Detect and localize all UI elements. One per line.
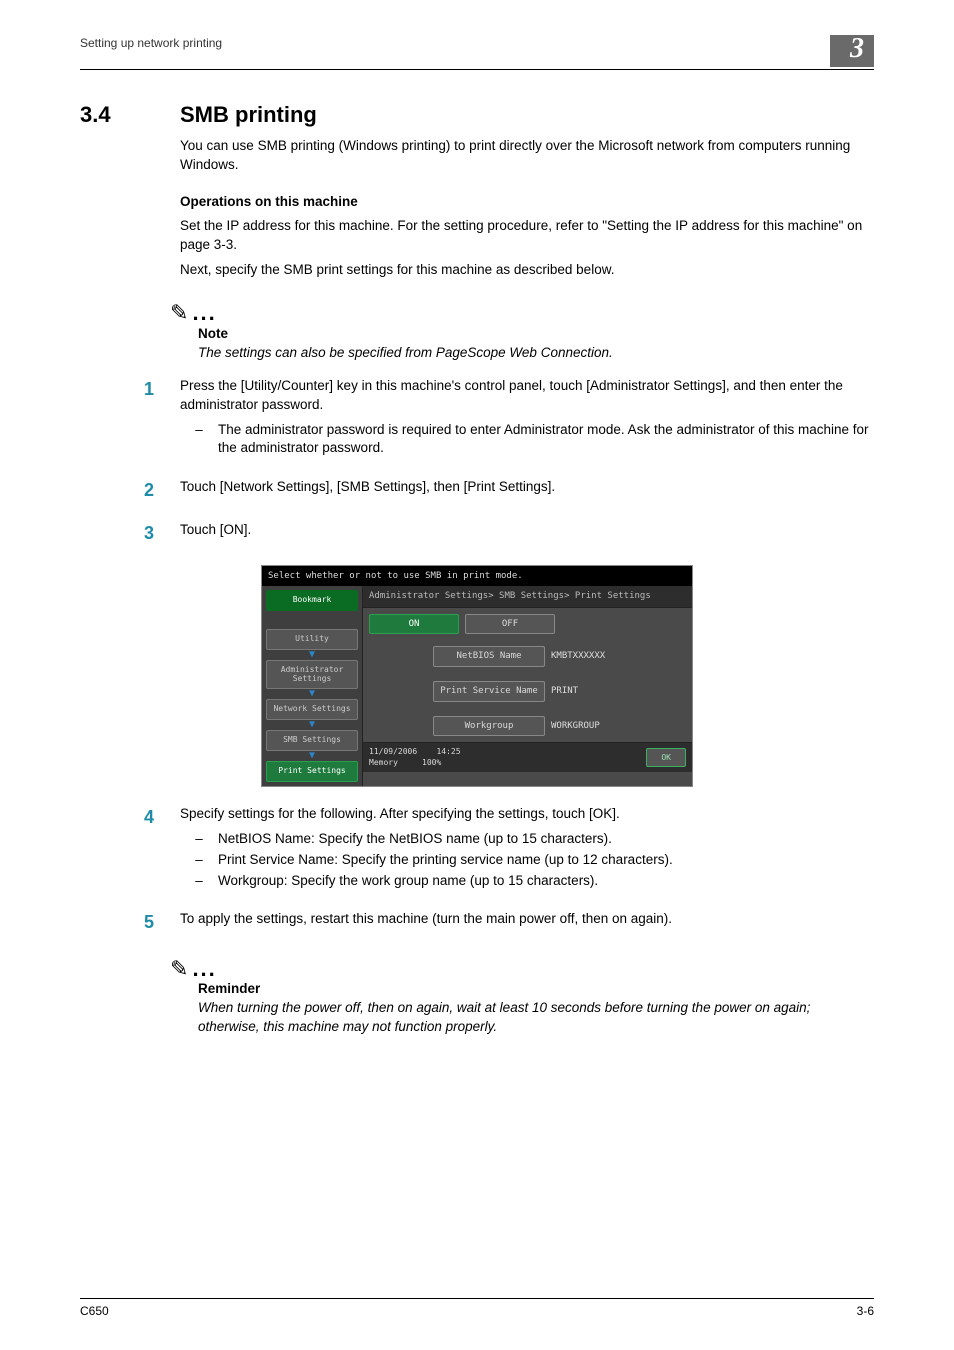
step-4: 4 Specify settings for the following. Af… <box>80 805 874 893</box>
note-dots-icon: ... <box>192 300 216 325</box>
arrow-down-icon: ▼ <box>266 652 358 658</box>
step-3: 3 Touch [ON]. <box>80 521 874 546</box>
print-service-name-value: PRINT <box>551 685 578 698</box>
print-service-name-button[interactable]: Print Service Name <box>433 681 545 702</box>
reminder-title: Reminder <box>198 980 874 999</box>
arrow-down-icon: ▼ <box>266 753 358 759</box>
sidebar-admin-settings-button[interactable]: Administrator Settings <box>266 660 358 690</box>
section-title: SMB printing <box>180 100 317 131</box>
note-title: Note <box>198 325 874 344</box>
control-panel-screenshot: Select whether or not to use SMB in prin… <box>261 565 693 787</box>
sidebar-print-settings-button[interactable]: Print Settings <box>266 761 358 782</box>
step-number: 2 <box>80 478 154 503</box>
arrow-down-icon: ▼ <box>266 722 358 728</box>
step-4-bullet-3: –Workgroup: Specify the work group name … <box>180 872 874 891</box>
note-icon: ✎ <box>170 298 188 329</box>
dash-icon: – <box>180 872 206 891</box>
note-icon: ✎ <box>170 954 188 985</box>
running-title: Setting up network printing <box>80 35 222 52</box>
panel-date: 11/09/2006 <box>369 747 417 756</box>
para-ip-address: Set the IP address for this machine. For… <box>180 217 874 255</box>
step-5: 5 To apply the settings, restart this ma… <box>80 910 874 935</box>
panel-memory-value: 100% <box>422 758 441 767</box>
section-number: 3.4 <box>80 100 150 131</box>
panel-breadcrumb: Administrator Settings> SMB Settings> Pr… <box>363 586 692 608</box>
off-button[interactable]: OFF <box>465 614 555 635</box>
para-smb-settings: Next, specify the SMB print settings for… <box>180 261 874 280</box>
workgroup-value: WORKGROUP <box>551 720 600 733</box>
dash-icon: – <box>180 421 206 459</box>
panel-instruction: Select whether or not to use SMB in prin… <box>262 566 692 587</box>
panel-time: 14:25 <box>436 747 460 756</box>
step-3-text: Touch [ON]. <box>180 522 251 537</box>
step-number: 1 <box>80 377 154 461</box>
step-1: 1 Press the [Utility/Counter] key in thi… <box>80 377 874 461</box>
step-5-text: To apply the settings, restart this mach… <box>180 911 672 926</box>
netbios-name-row: NetBIOS Name KMBTXXXXXX <box>433 646 686 667</box>
step-4-text: Specify settings for the following. Afte… <box>180 806 620 821</box>
subsection-heading: Operations on this machine <box>180 193 874 212</box>
procedure-steps-cont: 4 Specify settings for the following. Af… <box>80 805 874 936</box>
step-2-text: Touch [Network Settings], [SMB Settings]… <box>180 479 555 494</box>
reminder-body: When turning the power off, then on agai… <box>198 999 874 1037</box>
footer-model: C650 <box>80 1303 109 1320</box>
sidebar-network-settings-button[interactable]: Network Settings <box>266 699 358 720</box>
step-number: 5 <box>80 910 154 935</box>
panel-memory-label: Memory <box>369 758 398 767</box>
step-number: 4 <box>80 805 154 893</box>
procedure-steps: 1 Press the [Utility/Counter] key in thi… <box>80 377 874 547</box>
ok-button[interactable]: OK <box>646 748 686 767</box>
section-intro: You can use SMB printing (Windows printi… <box>180 137 874 175</box>
note-dots-icon: ... <box>192 956 216 981</box>
sidebar-smb-settings-button[interactable]: SMB Settings <box>266 730 358 751</box>
page-footer: C650 3-6 <box>80 1298 874 1320</box>
note-body: The settings can also be specified from … <box>198 344 874 363</box>
step-number: 3 <box>80 521 154 546</box>
netbios-name-button[interactable]: NetBIOS Name <box>433 646 545 667</box>
chapter-number-badge: 3 <box>830 35 874 67</box>
workgroup-row: Workgroup WORKGROUP <box>433 716 686 737</box>
panel-sidebar: Bookmark Utility ▼ Administrator Setting… <box>262 586 363 786</box>
note-block: ✎... Note The settings can also be speci… <box>170 298 874 363</box>
step-4-bullet-2: –Print Service Name: Specify the printin… <box>180 851 874 870</box>
page-header: Setting up network printing 3 <box>80 35 874 70</box>
section-heading: 3.4 SMB printing <box>80 100 874 131</box>
footer-page-number: 3-6 <box>857 1303 874 1320</box>
step-1-bullet: –The administrator password is required … <box>180 421 874 459</box>
workgroup-button[interactable]: Workgroup <box>433 716 545 737</box>
sidebar-utility-button[interactable]: Utility <box>266 629 358 650</box>
sidebar-bookmark-button[interactable]: Bookmark <box>266 590 358 611</box>
step-1-text: Press the [Utility/Counter] key in this … <box>180 378 843 412</box>
on-button[interactable]: ON <box>369 614 459 635</box>
panel-footer: 11/09/2006 14:25 Memory 100% OK <box>363 742 692 771</box>
reminder-block: ✎... Reminder When turning the power off… <box>170 954 874 1037</box>
print-service-name-row: Print Service Name PRINT <box>433 681 686 702</box>
dash-icon: – <box>180 830 206 849</box>
step-2: 2 Touch [Network Settings], [SMB Setting… <box>80 478 874 503</box>
dash-icon: – <box>180 851 206 870</box>
arrow-down-icon: ▼ <box>266 691 358 697</box>
step-4-bullet-1: –NetBIOS Name: Specify the NetBIOS name … <box>180 830 874 849</box>
netbios-name-value: KMBTXXXXXX <box>551 650 605 663</box>
